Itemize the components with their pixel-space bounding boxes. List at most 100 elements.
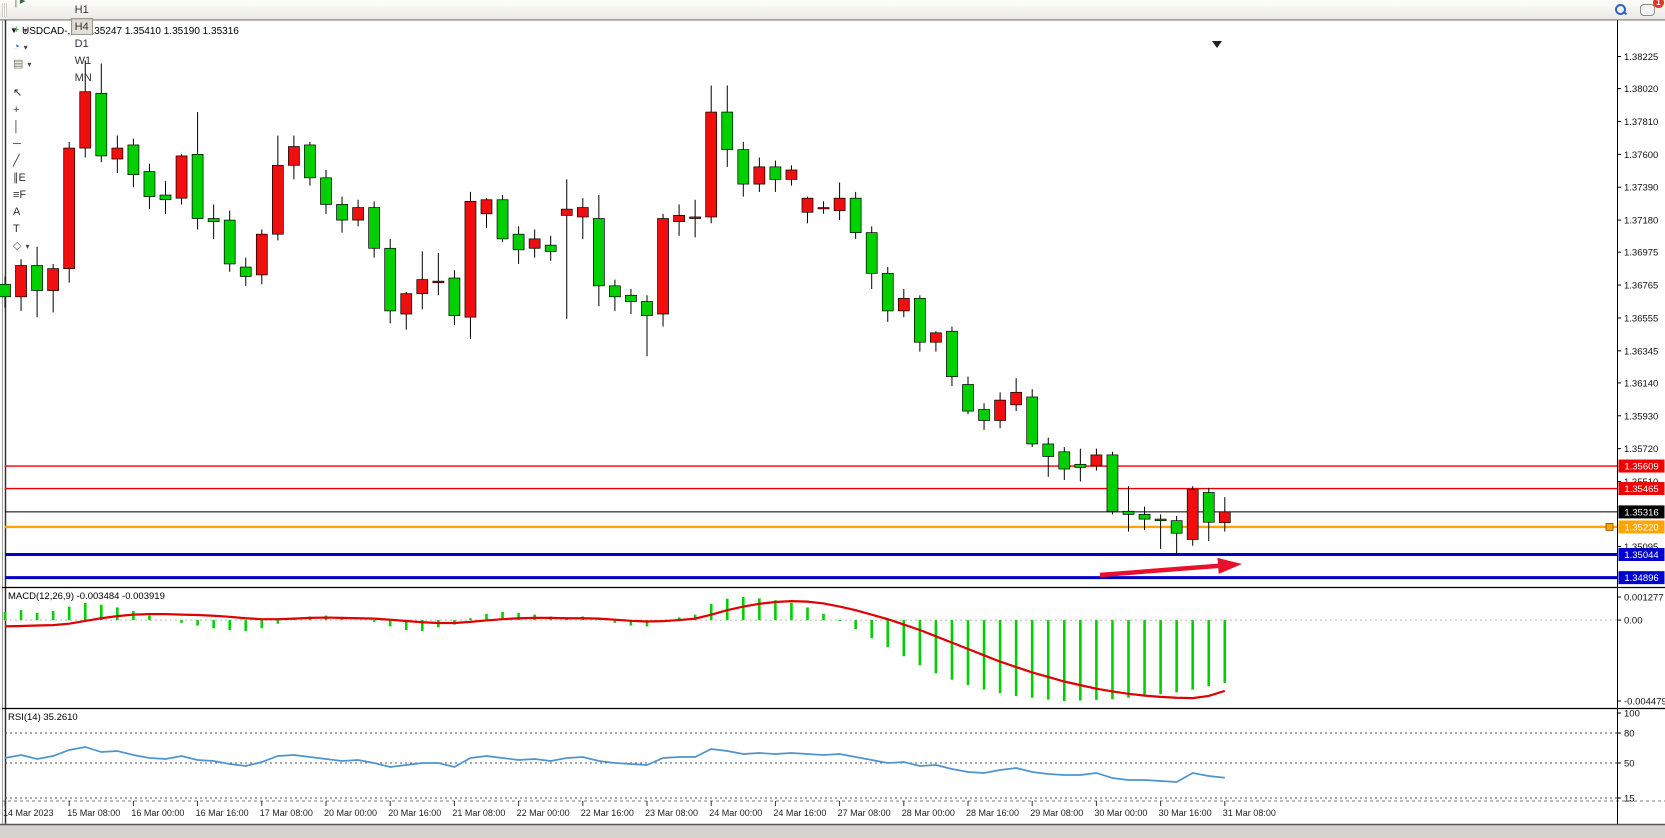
candle-body [112,148,123,159]
horizontal-line-icon: ─ [13,139,21,150]
candle-body [866,233,877,274]
price-level-badge-label: 1.35220 [1624,522,1658,533]
candle-body [128,145,139,175]
candle-body [882,273,893,311]
time-tick-label: 14 Mar 2023 [3,808,54,818]
horizontal-line-button[interactable]: ─ [9,136,25,153]
price-level-badge-label: 1.34896 [1624,573,1658,584]
chart-background [2,20,1665,824]
chevron-down-icon: ▾ [27,60,31,69]
timeframe-h4-button[interactable]: H4 [71,18,93,35]
timeframe-mn-button[interactable]: MN [71,69,96,86]
candle-body [353,208,364,221]
candle-body [369,208,380,249]
candle-body [834,198,845,211]
candle-body [1203,492,1214,522]
candle-body [786,170,797,179]
candle-body [593,219,604,286]
candle-body [160,195,171,200]
candle-body [995,400,1006,420]
macd-axis-label: 0.00 [1624,616,1643,627]
price-tick-label: 1.36765 [1624,281,1658,292]
chevron-down-icon: ▾ [25,242,29,251]
time-tick-label: 30 Mar 16:00 [1159,808,1212,818]
toolbar-grip[interactable] [2,3,7,17]
candle-body [545,245,556,251]
rsi-indicator-label: RSI(14) 35.2610 [8,712,78,723]
time-tick-label: 23 Mar 08:00 [645,808,698,818]
candle-body [770,167,781,180]
search-icon [1615,4,1626,15]
candle-body [850,198,861,232]
candle-body [224,220,235,264]
price-tick-label: 1.38225 [1624,52,1658,63]
candle-body [465,201,476,317]
candle-body [1155,519,1166,521]
candle-body [1123,511,1134,514]
timeframe-d1-button[interactable]: D1 [71,35,93,52]
price-tick-label: 1.37390 [1624,183,1658,194]
level-marker [1606,523,1613,530]
candle-body [513,234,524,250]
timeframe-h1-button[interactable]: H1 [71,1,93,18]
chart-canvas[interactable]: 1.382251.380201.378101.376001.373901.371… [0,19,1665,838]
candle-body [337,204,348,220]
chevron-down-icon: ▾ [23,26,27,35]
time-tick-label: 22 Mar 16:00 [581,808,634,818]
candle-body [256,234,267,275]
time-tick-label: 16 Mar 00:00 [131,808,184,818]
templates-button[interactable]: ▤▾ [9,56,35,73]
macd-indicator-label: MACD(12,26,9) -0.003484 -0.003919 [8,591,165,602]
rsi-axis-label: 50 [1624,759,1635,770]
time-tick-label: 28 Mar 00:00 [902,808,955,818]
candle-body [658,219,669,314]
price-tick-label: 1.35720 [1624,444,1658,455]
toolbar: ▤新订单◆▣◉●自动交易║▮╱⊕⊖▦▸││▸+▾◔▾▤▾↖+│─╱∥E≡FAT◇… [0,0,1665,20]
candle-body [32,265,43,290]
candle-body [481,200,492,214]
chart-shift-button[interactable]: │▸ [9,0,29,10]
candle-body [385,248,396,311]
text-label-button[interactable]: T [9,221,24,238]
candle-body [1219,512,1230,523]
price-tick-label: 1.37810 [1624,117,1658,128]
text-label-icon: T [13,224,20,235]
time-tick-label: 17 Mar 08:00 [260,808,313,818]
price-level-badge-label: 1.35465 [1624,484,1658,495]
time-tick-label: 27 Mar 08:00 [838,808,891,818]
price-level-badge-label: 1.35316 [1624,507,1658,518]
candle-body [1139,514,1150,519]
time-tick-label: 20 Mar 00:00 [324,808,377,818]
vertical-line-icon: │ [13,122,20,133]
candle-body [722,112,733,150]
vertical-line-button[interactable]: │ [9,119,24,136]
trendline-icon: ╱ [13,156,20,167]
price-tick-label: 1.37600 [1624,150,1658,161]
candle-body [946,331,957,376]
candle-body [738,150,749,184]
periods-clock-button[interactable]: ◔▾ [9,39,32,56]
trendline-button[interactable]: ╱ [9,153,24,170]
notifications-button[interactable]: 1 [1636,0,1659,19]
time-tick-label: 16 Mar 16:00 [196,808,249,818]
search-button[interactable] [1611,0,1630,19]
candle-body [1091,455,1102,466]
cursor-button[interactable]: ↖ [9,85,26,102]
candle-body [1107,455,1118,511]
candle-body [417,280,428,294]
indicators-add-button[interactable]: +▾ [9,22,31,39]
candle-body [208,219,219,222]
periods-clock-icon: ◔ [13,42,20,53]
candle-body [304,145,315,178]
timeframe-w1-button[interactable]: W1 [71,52,96,69]
candle-body [818,208,829,209]
candle-body [1187,489,1198,539]
channel-button[interactable]: ∥E [9,170,30,187]
shapes-button[interactable]: ◇▾ [9,238,33,255]
text-button[interactable]: A [9,204,24,221]
crosshair-icon: + [13,105,19,116]
crosshair-button[interactable]: + [9,102,23,119]
fibonacci-button[interactable]: ≡F [9,187,30,204]
time-tick-label: 24 Mar 16:00 [773,808,826,818]
fibonacci-icon: ≡F [13,190,26,201]
